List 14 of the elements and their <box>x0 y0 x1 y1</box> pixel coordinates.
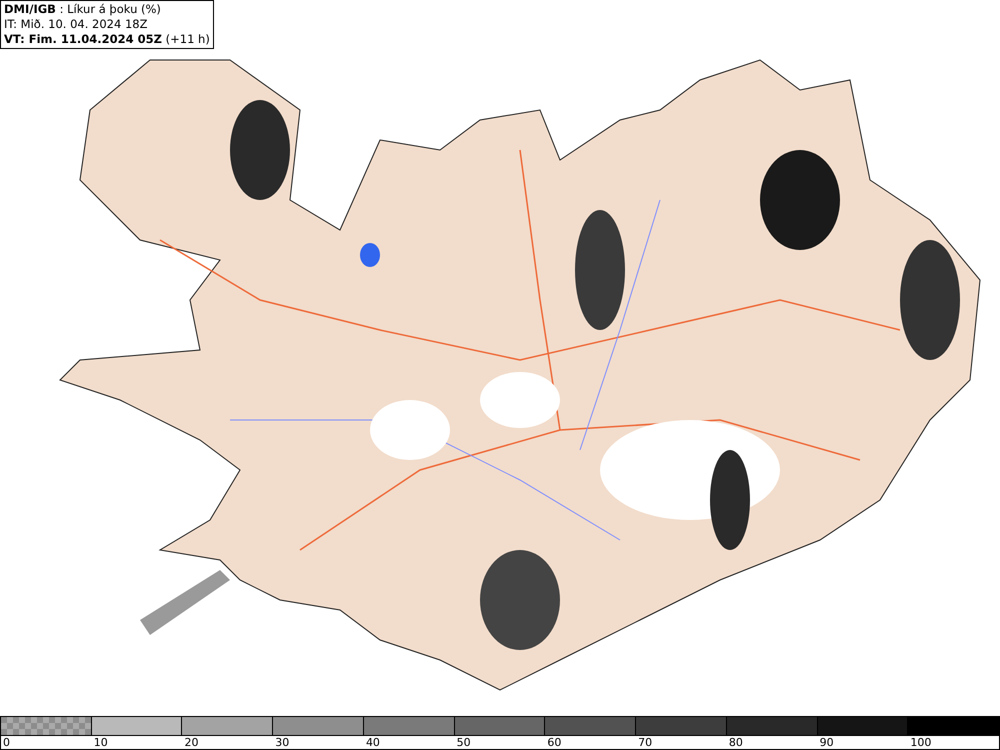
legend-label: 70 <box>637 736 652 749</box>
info-line: IT: Mið. 10. 04. 2024 18Z <box>4 17 148 32</box>
legend-label: 20 <box>183 736 198 749</box>
info-line: VT: Fim. 11.04.2024 05Z (+11 h) <box>4 32 210 47</box>
legend-label: 60 <box>546 736 562 749</box>
legend-label: 10 <box>92 736 108 749</box>
info-line: DMI/IGB : Líkur á þoku (%) <box>4 2 162 17</box>
legend-label: 80 <box>728 736 743 749</box>
legend-label: 40 <box>364 736 380 749</box>
legend-label: 100 <box>909 736 932 749</box>
legend-label: 90 <box>818 736 834 749</box>
legend-label: 30 <box>274 736 290 749</box>
legend-label: 50 <box>456 736 471 749</box>
legend-label: 0 <box>2 736 10 749</box>
